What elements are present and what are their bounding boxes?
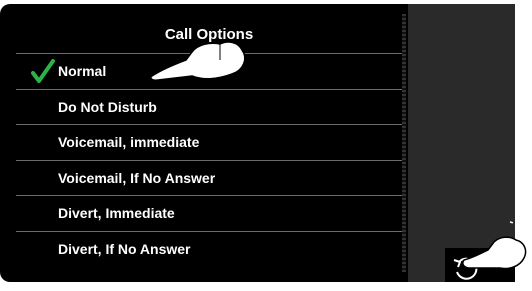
call-options-menu: Call Options Normal Do Not Disturb Voice… [16,16,402,278]
option-do-not-disturb[interactable]: Do Not Disturb [16,90,402,125]
page-title: Call Options [16,16,402,54]
option-normal[interactable]: Normal [16,54,402,90]
checkmark-icon [31,59,55,83]
option-label: Voicemail, immediate [58,134,200,150]
option-label: Divert, If No Answer [58,240,191,257]
back-arrow-icon [453,257,478,280]
side-panel [408,4,515,282]
panel-divider [402,14,406,272]
option-voicemail-immediate[interactable]: Voicemail, immediate [16,125,402,161]
option-label: Normal [58,63,107,79]
options-list: Normal Do Not Disturb Voicemail, immedia… [16,54,402,267]
option-label: Voicemail, If No Answer [58,169,216,186]
option-divert-if-no-answer[interactable]: Divert, If No Answer [16,232,402,268]
option-divert-immediate[interactable]: Divert, Immediate [16,196,402,232]
back-button[interactable] [445,248,515,282]
option-label: Do Not Disturb [58,98,157,115]
display-frame: Call Options Normal Do Not Disturb Voice… [0,4,515,282]
device-screen: Call Options Normal Do Not Disturb Voice… [0,0,532,291]
option-voicemail-if-no-answer[interactable]: Voicemail, If No Answer [16,161,402,196]
option-label: Divert, Immediate [58,205,175,221]
